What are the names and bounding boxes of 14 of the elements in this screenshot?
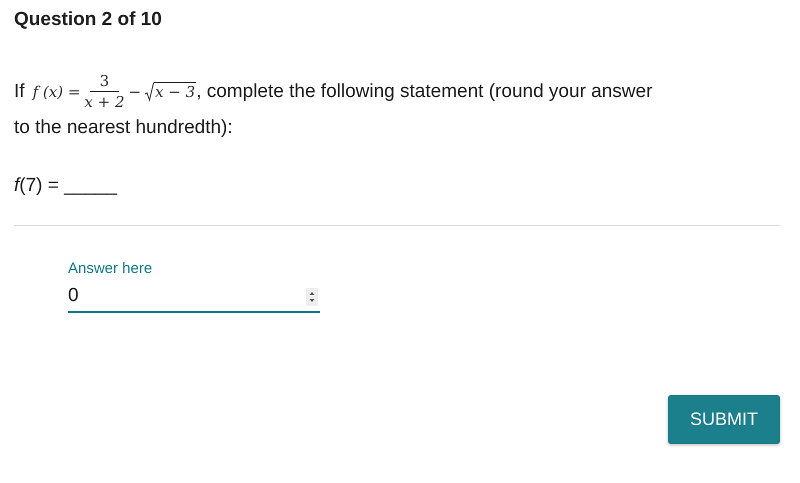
math-text: − [128,82,142,100]
field-label: Answer here [68,260,152,278]
answer-input[interactable]: 0 [68,285,320,313]
fraction: 3 x + 2 [84,72,124,111]
radical-sign-icon [145,82,154,102]
prompt-text: to the nearest hundredth): [14,117,233,138]
prompt-text: , complete the following statement (round your answer [196,80,652,102]
prompt-text: If [14,80,25,102]
math-text: f (x) = [32,82,80,100]
question-title: Question 2 of 10 [14,8,162,32]
math-text: x − 3 [154,82,196,100]
statement-text: f(7) = _____ [14,175,117,196]
submit-button[interactable]: SUBMIT [668,395,780,444]
spinner-icon[interactable] [306,288,318,306]
